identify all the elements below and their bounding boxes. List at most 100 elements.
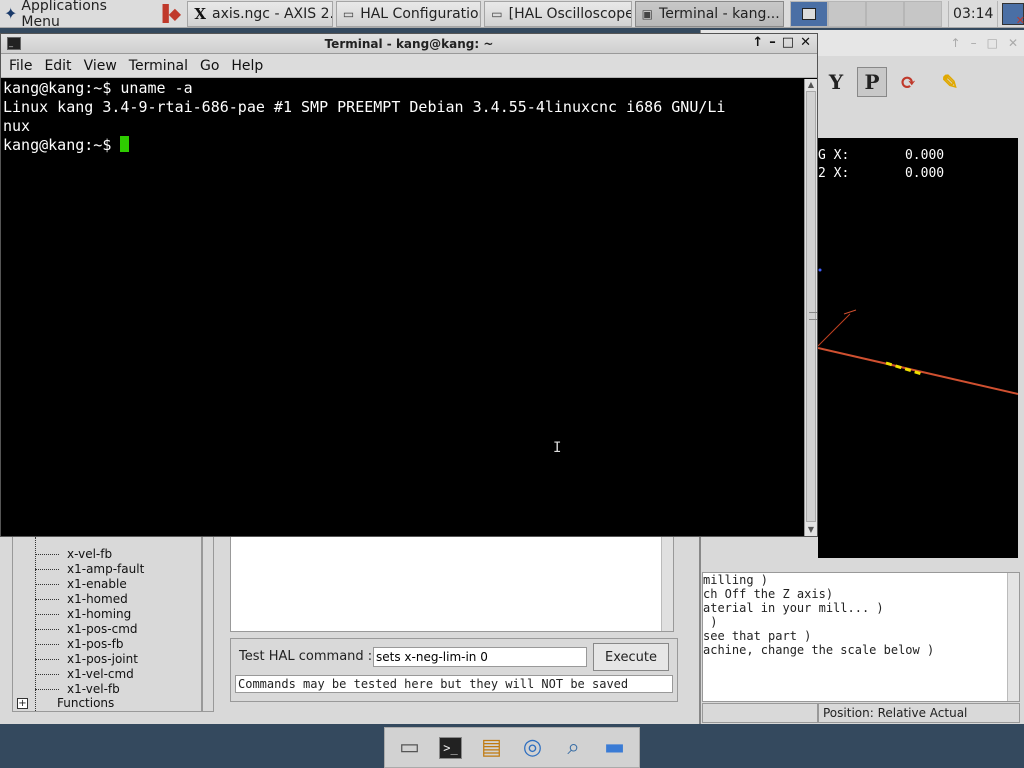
show-desktop-icon[interactable]: ▭ <box>394 732 426 764</box>
web-browser-icon[interactable]: ◎ <box>517 732 549 764</box>
task-label: [HAL Oscilloscope] <box>508 5 632 22</box>
menu-help[interactable]: Help <box>225 58 269 74</box>
task-label: axis.ngc - AXIS 2... <box>212 5 333 22</box>
axis-log-scrollbar[interactable] <box>1007 573 1019 701</box>
search-icon[interactable]: ⌕ <box>558 732 590 764</box>
tree-item[interactable]: x1-vel-fb <box>67 682 120 696</box>
view-y-button[interactable]: Y <box>821 67 851 97</box>
dro-label: 2 X: <box>818 166 850 181</box>
tree-branch <box>35 644 59 645</box>
task-hal-oscilloscope[interactable]: ▭ [HAL Oscilloscope] <box>484 0 632 27</box>
axis-raise-icon[interactable]: ↑ <box>951 36 961 50</box>
axis-gcode-log[interactable]: milling ) ch Off the Z axis) aterial in … <box>702 572 1020 702</box>
view-p-button[interactable]: P <box>857 67 887 97</box>
tree-item[interactable]: x1-vel-cmd <box>67 667 134 681</box>
text-cursor <box>120 136 130 152</box>
clock[interactable]: 03:14 <box>948 0 999 27</box>
tree-connector <box>35 537 36 711</box>
hal-command-input[interactable] <box>373 647 587 667</box>
gcode-line: ch Off the Z axis) <box>703 587 834 601</box>
dro-value: 0.000 <box>904 166 945 181</box>
terminal-line: nux <box>3 117 31 135</box>
gcode-line: see that part ) <box>703 629 812 643</box>
axis-close-icon[interactable]: ✕ <box>1008 36 1018 50</box>
close-icon[interactable]: ✕ <box>800 35 811 50</box>
clear-backplot-icon[interactable]: ✎ <box>935 67 965 97</box>
axis-minimize-icon[interactable]: – <box>971 36 977 50</box>
terminal-icon[interactable]: >_ <box>435 732 467 764</box>
workspace-1[interactable] <box>790 0 829 27</box>
terminal-screen[interactable]: kang@kang:~$ uname -a Linux kang 3.4-9-r… <box>1 79 804 536</box>
gcode-line: ) <box>703 615 718 629</box>
tree-branch <box>35 569 59 570</box>
task-terminal[interactable]: ▣ Terminal - kang... <box>634 0 785 27</box>
terminal-title: Terminal - kang@kang: ~ <box>324 36 494 51</box>
menu-go[interactable]: Go <box>194 58 225 74</box>
rotate-view-icon[interactable]: ⟳ <box>893 67 923 97</box>
workspace-2[interactable] <box>828 0 867 27</box>
tree-item[interactable]: x1-homing <box>67 607 131 621</box>
window-icon: ▭ <box>342 6 355 21</box>
dro-row-1: G X: 0.000 <box>818 148 944 163</box>
minimize-icon[interactable]: – <box>769 35 776 50</box>
execute-button[interactable]: Execute <box>593 643 669 671</box>
task-hal-configuration[interactable]: ▭ HAL Configuration <box>335 0 482 27</box>
quit-launcher-icon[interactable]: ▐◆ <box>153 2 184 26</box>
terminal-scrollbar[interactable]: ▲ ▼ <box>804 79 817 536</box>
task-label: HAL Configuration <box>360 5 482 22</box>
axis-statusbar: Position: Relative Actual <box>702 703 1020 723</box>
menu-view[interactable]: View <box>78 58 123 74</box>
tree-item[interactable]: x1-pos-joint <box>67 652 138 666</box>
task-axis[interactable]: X axis.ngc - AXIS 2... <box>187 0 333 27</box>
axis-3d-preview[interactable] <box>817 138 1019 558</box>
hal-tree-scrollbar[interactable] <box>202 536 214 712</box>
gcode-line: aterial in your mill... ) <box>703 601 884 615</box>
hal-command-frame: Test HAL command : Execute Commands may … <box>230 638 678 702</box>
tree-item[interactable]: x1-pos-cmd <box>67 622 138 636</box>
terminal-titlebar[interactable]: _ Terminal - kang@kang: ~ ↑ – □ ✕ <box>1 34 817 54</box>
scroll-up-icon[interactable]: ▲ <box>805 79 817 91</box>
terminal-menubar: File Edit View Terminal Go Help <box>1 54 817 78</box>
tree-group-functions[interactable]: Functions <box>57 696 114 710</box>
tree-item[interactable]: x1-amp-fault <box>67 562 144 576</box>
status-cell-empty <box>702 703 818 723</box>
dro-label: G X: <box>818 148 850 163</box>
terminal-prompt: kang@kang:~$ <box>3 136 121 154</box>
hal-output-scrollbar[interactable] <box>661 537 673 631</box>
terminal-icon[interactable]: _ <box>7 37 21 50</box>
expand-icon[interactable]: + <box>17 698 28 709</box>
hal-tree[interactable]: x-vel-fb x1-amp-fault x1-enable x1-homed… <box>12 536 202 712</box>
dro-row-2: 2 X: 0.000 <box>818 166 944 181</box>
window-controls: ↑ – □ ✕ <box>752 35 811 50</box>
maximize-icon[interactable]: □ <box>782 35 794 50</box>
status-position: Position: Relative Actual <box>818 703 1020 723</box>
workspace-4[interactable] <box>904 0 943 27</box>
terminal-line: kang@kang:~$ uname -a <box>3 79 193 97</box>
file-cabinet-icon[interactable]: ▤ <box>476 732 508 764</box>
axis-maximize-icon[interactable]: □ <box>987 36 998 50</box>
menu-terminal[interactable]: Terminal <box>123 58 194 74</box>
tree-item[interactable]: x1-enable <box>67 577 127 591</box>
applications-menu-button[interactable]: ✦ Applications Menu <box>0 0 153 30</box>
terminal-icon: ▣ <box>641 6 654 21</box>
gcode-line: achine, change the scale below ) <box>703 643 935 657</box>
hal-output-area[interactable] <box>230 536 674 632</box>
workspace-switcher <box>790 0 943 27</box>
workspace-3[interactable] <box>866 0 905 27</box>
network-status-icon[interactable] <box>1002 2 1024 27</box>
top-panel: ✦ Applications Menu ▐◆ X axis.ngc - AXIS… <box>0 0 1024 30</box>
tree-item[interactable]: x-vel-fb <box>67 547 112 561</box>
scrollbar-thumb[interactable] <box>806 91 817 522</box>
folder-icon[interactable]: ▬ <box>599 732 631 764</box>
tree-item[interactable]: x1-pos-fb <box>67 637 123 651</box>
menu-edit[interactable]: Edit <box>38 58 77 74</box>
scroll-down-icon[interactable]: ▼ <box>805 524 817 536</box>
hal-command-label: Test HAL command : <box>239 649 373 664</box>
gcode-line: milling ) <box>703 573 769 587</box>
task-label: Terminal - kang... <box>659 5 780 22</box>
tree-branch <box>35 599 59 600</box>
menu-file[interactable]: File <box>3 58 38 74</box>
tree-branch <box>35 614 59 615</box>
tree-item[interactable]: x1-homed <box>67 592 128 606</box>
raise-icon[interactable]: ↑ <box>752 35 763 50</box>
